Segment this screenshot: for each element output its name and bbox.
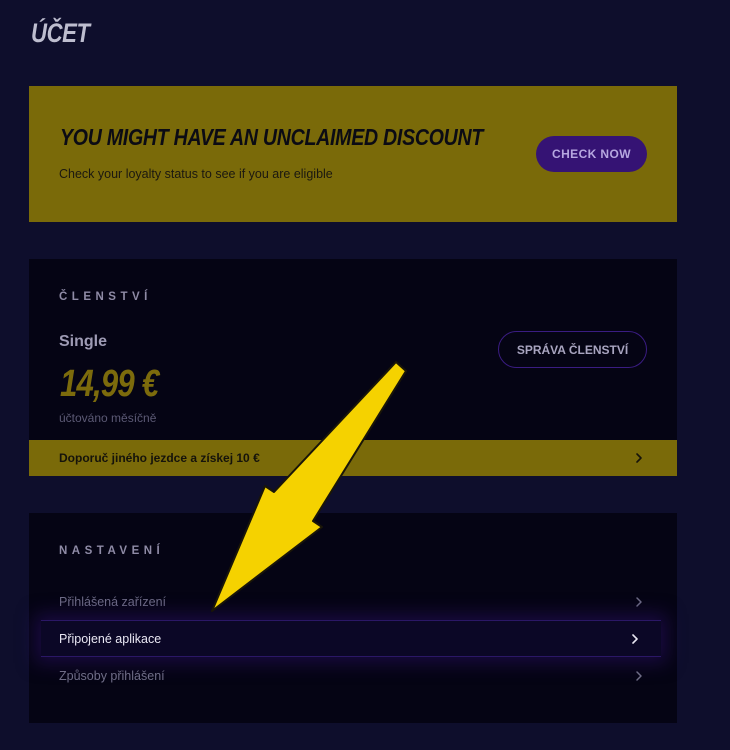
settings-card: NASTAVENÍ Přihlášená zařízení Připojené … xyxy=(29,513,677,723)
membership-section-label: ČLENSTVÍ xyxy=(59,291,152,303)
settings-item-logged-devices[interactable]: Přihlášená zařízení xyxy=(29,583,677,620)
check-now-button[interactable]: CHECK NOW xyxy=(536,136,647,172)
chevron-right-icon xyxy=(636,670,642,681)
chevron-right-icon xyxy=(636,596,642,607)
chevron-right-icon xyxy=(636,453,642,463)
plan-name: Single xyxy=(59,333,108,350)
manage-membership-button[interactable]: SPRÁVA ČLENSTVÍ xyxy=(498,331,647,368)
promo-subtext: Check your loyalty status to see if you … xyxy=(59,167,333,181)
chevron-right-icon xyxy=(632,633,638,644)
referral-label: Doporuč jiného jezdce a získej 10 € xyxy=(59,451,260,465)
membership-card: ČLENSTVÍ Single 14,99 € účtováno měsíčně… xyxy=(29,259,677,476)
settings-item-login-methods[interactable]: Způsoby přihlášení xyxy=(29,657,677,694)
plan-price: 14,99 € xyxy=(60,363,159,405)
billing-note: účtováno měsíčně xyxy=(59,411,157,425)
settings-item-label: Přihlášená zařízení xyxy=(59,594,167,609)
referral-link[interactable]: Doporuč jiného jezdce a získej 10 € xyxy=(29,440,677,476)
settings-item-label: Připojené aplikace xyxy=(59,631,162,646)
settings-item-label: Způsoby přihlášení xyxy=(59,668,165,683)
promo-headline: YOU MIGHT HAVE AN UNCLAIMED DISCOUNT xyxy=(60,124,484,150)
settings-section-label: NASTAVENÍ xyxy=(59,545,165,557)
settings-item-connected-apps[interactable]: Připojené aplikace xyxy=(41,620,661,657)
promo-banner: YOU MIGHT HAVE AN UNCLAIMED DISCOUNT Che… xyxy=(29,86,677,222)
page-title: ÚČET xyxy=(31,18,90,48)
